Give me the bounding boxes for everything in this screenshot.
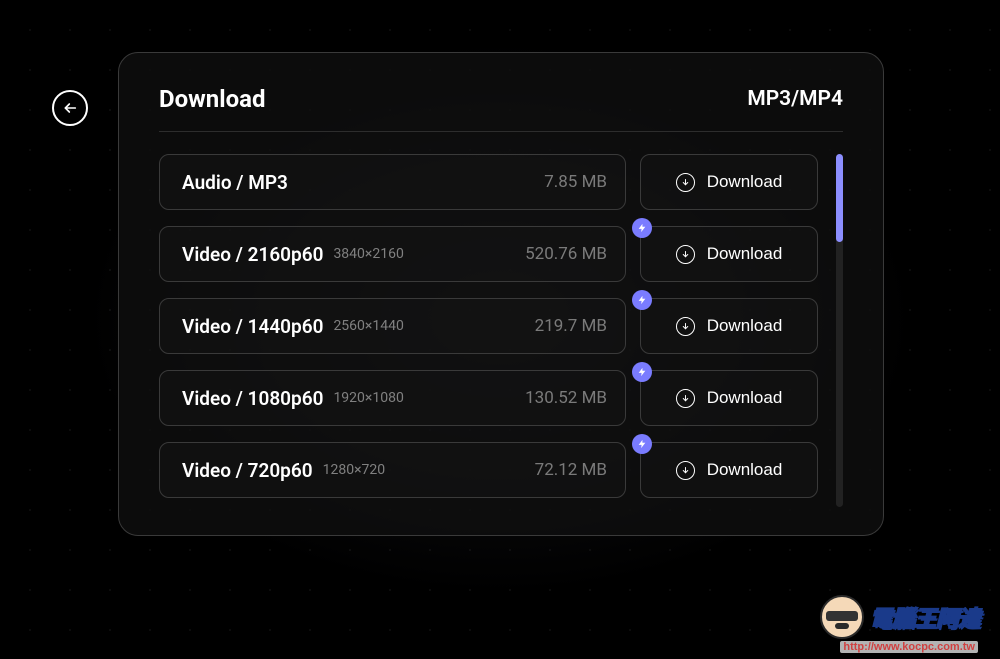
download-button[interactable]: Download <box>640 226 818 282</box>
lightning-badge-icon <box>632 434 652 454</box>
download-panel: Download MP3/MP4 Audio / MP3 7.85 MB Downl… <box>118 52 884 536</box>
download-arrow-icon <box>676 461 695 480</box>
format-info-box: Video / 2160p60 3840×2160 520.76 MB <box>159 226 626 282</box>
arrow-left-icon <box>62 100 78 116</box>
watermark-url: http://www.kocpc.com.tw <box>840 641 978 653</box>
download-arrow-icon <box>676 245 695 264</box>
lightning-badge-icon <box>632 362 652 382</box>
watermark-face-icon <box>820 595 864 639</box>
download-arrow-icon <box>676 317 695 336</box>
file-size: 72.12 MB <box>535 460 607 480</box>
resolution-label: 1280×720 <box>323 462 386 478</box>
file-size: 7.85 MB <box>544 172 607 192</box>
format-info-box: Audio / MP3 7.85 MB <box>159 154 626 210</box>
download-button-label: Download <box>707 388 783 408</box>
file-size: 130.52 MB <box>525 388 607 408</box>
back-button[interactable] <box>52 90 88 126</box>
download-arrow-icon <box>676 173 695 192</box>
scrollbar[interactable] <box>836 154 843 507</box>
scrollbar-thumb[interactable] <box>836 154 843 242</box>
list-item: Video / 2160p60 3840×2160 520.76 MB Downloa… <box>159 226 818 282</box>
format-label: Video / 2160p60 <box>182 243 323 266</box>
list-item: Video / 1440p60 2560×1440 219.7 MB Download <box>159 298 818 354</box>
format-info-box: Video / 720p60 1280×720 72.12 MB <box>159 442 626 498</box>
download-button[interactable]: Download <box>640 154 818 210</box>
file-size: 520.76 MB <box>525 244 607 264</box>
lightning-badge-icon <box>632 290 652 310</box>
resolution-label: 2560×1440 <box>333 318 403 334</box>
format-info-box: Video / 1080p60 1920×1080 130.52 MB <box>159 370 626 426</box>
format-info-box: Video / 1440p60 2560×1440 219.7 MB <box>159 298 626 354</box>
download-button[interactable]: Download <box>640 370 818 426</box>
resolution-label: 1920×1080 <box>333 390 403 406</box>
lightning-badge-icon <box>632 218 652 238</box>
download-button-label: Download <box>707 460 783 480</box>
list-item: Video / 720p60 1280×720 72.12 MB Download <box>159 442 818 498</box>
format-label: Video / 720p60 <box>182 459 313 482</box>
download-button[interactable]: Download <box>640 442 818 498</box>
list-item: Audio / MP3 7.85 MB Download <box>159 154 818 210</box>
format-label: Video / 1440p60 <box>182 315 323 338</box>
list-item: Video / 1080p60 1920×1080 130.52 MB Downloa… <box>159 370 818 426</box>
panel-title: Download <box>159 85 265 113</box>
download-button[interactable]: Download <box>640 298 818 354</box>
format-label: MP3/MP4 <box>747 87 843 111</box>
download-button-label: Download <box>707 316 783 336</box>
download-button-label: Download <box>707 172 783 192</box>
watermark-text: 電腦王阿達 <box>870 601 980 633</box>
download-list: Audio / MP37.85 MBDownloadVideo / 2160p6… <box>159 154 818 507</box>
panel-header: Download MP3/MP4 <box>159 85 843 132</box>
download-button-label: Download <box>707 244 783 264</box>
watermark: 電腦王阿達 http://www.kocpc.com.tw <box>820 595 980 639</box>
format-label: Audio / MP3 <box>182 171 288 194</box>
resolution-label: 3840×2160 <box>333 246 403 262</box>
file-size: 219.7 MB <box>535 316 607 336</box>
list-wrap: Audio / MP37.85 MBDownloadVideo / 2160p6… <box>159 154 843 507</box>
format-label: Video / 1080p60 <box>182 387 323 410</box>
download-arrow-icon <box>676 389 695 408</box>
